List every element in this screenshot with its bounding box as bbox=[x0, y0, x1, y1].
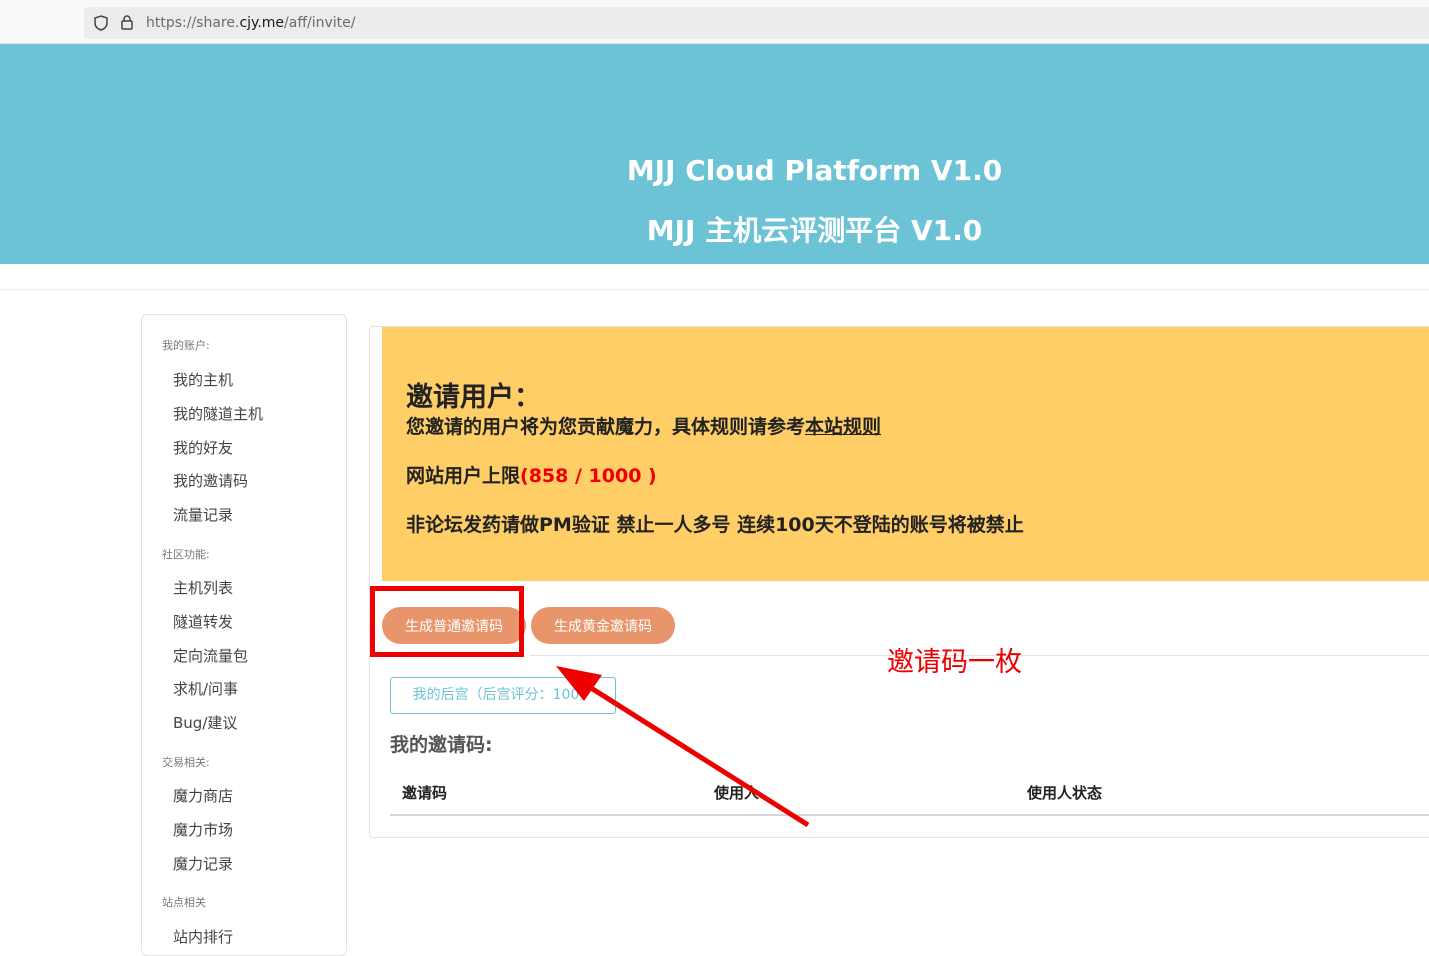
highlight-box bbox=[370, 586, 524, 657]
sidebar-item-magic-shop[interactable]: 魔力商店 bbox=[173, 785, 233, 806]
sidebar-item-my-hosts[interactable]: 我的主机 bbox=[173, 369, 233, 390]
sidebar-item-my-friends[interactable]: 我的好友 bbox=[173, 437, 233, 458]
site-header: MJJ Cloud Platform V1.0 MJJ 主机云评测平台 V1.0 bbox=[0, 44, 1429, 264]
site-rules-link[interactable]: 本站规则 bbox=[805, 416, 881, 438]
notice-user-limit: 网站用户上限(858 / 1000 ) bbox=[406, 461, 657, 488]
lock-icon[interactable] bbox=[120, 14, 134, 30]
sidebar: 我的账户: 我的主机 我的隧道主机 我的好友 我的邀请码 流量记录 社区功能: … bbox=[141, 314, 347, 956]
sidebar-group-site: 站点相关 bbox=[162, 896, 206, 909]
column-header-code: 邀请码 bbox=[402, 784, 448, 802]
notice-rules-line: 您邀请的用户将为您贡献魔力，具体规则请参考本站规则 bbox=[406, 412, 881, 439]
sidebar-item-magic-log[interactable]: 魔力记录 bbox=[173, 853, 233, 874]
sidebar-item-host-list[interactable]: 主机列表 bbox=[173, 577, 233, 598]
notice-rules-text: 您邀请的用户将为您贡献魔力，具体规则请参考 bbox=[406, 416, 806, 438]
notice-title: 邀请用户： bbox=[406, 382, 541, 413]
address-bar[interactable]: https://share.cjy.me/aff/invite/ bbox=[84, 7, 1429, 39]
sidebar-group-trade: 交易相关: bbox=[162, 756, 210, 769]
sidebar-item-ranking[interactable]: 站内排行 bbox=[173, 926, 233, 947]
sidebar-item-traffic-pack[interactable]: 定向流量包 bbox=[173, 645, 248, 666]
sidebar-item-requests[interactable]: 求机/问事 bbox=[173, 678, 238, 699]
annotation-text: 邀请码一枚 bbox=[887, 647, 1022, 678]
url-text[interactable]: https://share.cjy.me/aff/invite/ bbox=[146, 15, 355, 31]
column-header-user-status: 使用人状态 bbox=[1027, 784, 1103, 802]
sidebar-group-community: 社区功能: bbox=[162, 548, 210, 561]
sidebar-item-my-tunnel-hosts[interactable]: 我的隧道主机 bbox=[173, 403, 263, 424]
site-title-en: MJJ Cloud Platform V1.0 bbox=[626, 154, 1003, 187]
sidebar-group-account: 我的账户: bbox=[162, 339, 210, 352]
shield-icon[interactable] bbox=[94, 15, 108, 31]
sidebar-item-tunnel-forward[interactable]: 隧道转发 bbox=[173, 611, 233, 632]
browser-toolbar: https://share.cjy.me/aff/invite/ bbox=[0, 0, 1429, 44]
sidebar-item-my-invite-codes[interactable]: 我的邀请码 bbox=[173, 470, 248, 491]
user-limit-label: 网站用户上限 bbox=[406, 465, 521, 487]
invite-notice: 邀请用户： 您邀请的用户将为您贡献魔力，具体规则请参考本站规则 网站用户上限(8… bbox=[382, 327, 1429, 581]
user-limit-value: (858 / 1000 ) bbox=[520, 465, 657, 487]
annotation-arrow-icon bbox=[556, 666, 810, 828]
divider bbox=[0, 289, 1429, 290]
notice-policy-line: 非论坛发药请做PM验证 禁止一人多号 连续100天不登陆的账号将被禁止 bbox=[406, 514, 1024, 536]
sidebar-item-magic-market[interactable]: 魔力市场 bbox=[173, 819, 233, 840]
site-title-zh: MJJ 主机云评测平台 V1.0 bbox=[646, 214, 983, 247]
generate-gold-code-button[interactable]: 生成黄金邀请码 bbox=[531, 607, 675, 644]
sidebar-item-traffic-log[interactable]: 流量记录 bbox=[173, 504, 233, 525]
my-codes-title: 我的邀请码: bbox=[390, 734, 493, 756]
sidebar-item-bug-report[interactable]: Bug/建议 bbox=[173, 712, 237, 733]
